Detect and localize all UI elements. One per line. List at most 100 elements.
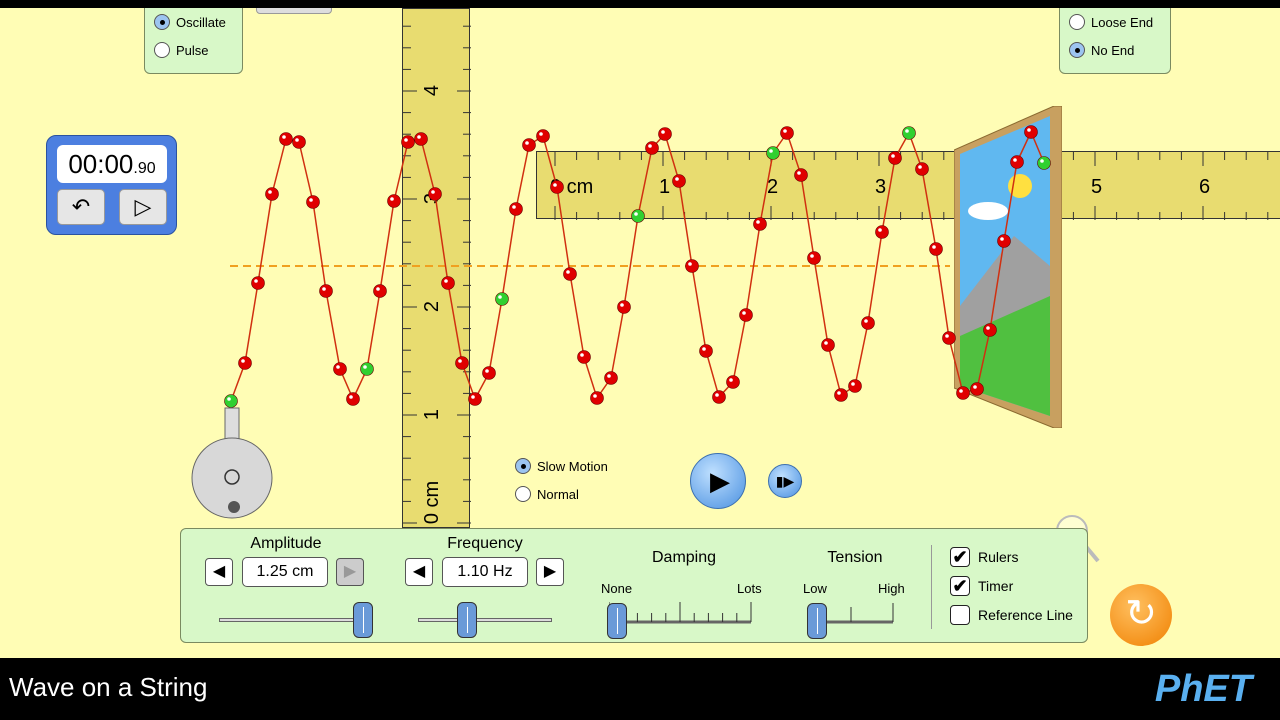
bead-highlight — [404, 138, 408, 142]
frequency-slider-track[interactable] — [418, 618, 552, 622]
bead-highlight — [336, 365, 340, 369]
amplitude-label: Amplitude — [250, 535, 322, 552]
amplitude-slider-track[interactable] — [219, 618, 359, 622]
string-bead — [1010, 155, 1024, 169]
radio-indicator — [515, 458, 531, 474]
string-bead — [401, 135, 415, 149]
string-bead — [319, 284, 333, 298]
string-bead — [468, 392, 482, 406]
bead-highlight — [742, 311, 746, 315]
oscillator-knob — [228, 501, 240, 513]
checkbox-label: Reference Line — [978, 607, 1073, 623]
check-icon: ✔ — [950, 576, 970, 596]
bead-highlight — [810, 254, 814, 258]
string-bead — [590, 391, 604, 405]
string-bead — [956, 386, 970, 400]
amplitude-slider-thumb[interactable] — [353, 602, 373, 638]
bead-highlight — [417, 135, 421, 139]
string-bead — [929, 242, 943, 256]
damping-slider-thumb[interactable] — [607, 603, 627, 639]
footer-bar: Wave on a String PhET — [0, 658, 1280, 720]
bead-highlight — [837, 391, 841, 395]
bead-highlight — [431, 190, 435, 194]
radio-slow-motion[interactable]: Slow Motion — [515, 458, 608, 474]
tension-label: Tension — [827, 549, 883, 566]
bead-highlight — [661, 130, 665, 134]
bead-highlight — [227, 397, 231, 401]
tension-slider-thumb[interactable] — [807, 603, 827, 639]
bead-highlight — [241, 359, 245, 363]
bead-highlight — [1013, 158, 1017, 162]
damping-slider-track[interactable] — [609, 599, 759, 629]
step-button[interactable]: ▮▶ — [768, 464, 802, 498]
amplitude-increase-button[interactable]: ▶ — [336, 558, 364, 586]
string-bead — [780, 126, 794, 140]
bead-highlight — [634, 212, 638, 216]
bead-highlight — [376, 287, 380, 291]
string-bead — [387, 194, 401, 208]
bead-highlight — [878, 228, 882, 232]
string-bead — [279, 132, 293, 146]
string-bead — [942, 331, 956, 345]
checkbox-timer[interactable]: ✔ Timer — [950, 576, 1013, 596]
string-bead — [766, 146, 780, 160]
string-bead — [1024, 125, 1038, 139]
amplitude-value: 1.25 cm — [242, 557, 328, 587]
string-bead — [699, 344, 713, 358]
string-bead — [902, 126, 916, 140]
bead-highlight — [783, 129, 787, 133]
string-bead — [753, 217, 767, 231]
string-bead — [834, 388, 848, 402]
string-bead — [522, 138, 536, 152]
bead-highlight — [539, 132, 543, 136]
bead-highlight — [268, 190, 272, 194]
string-bead — [455, 356, 469, 370]
string-bead — [563, 267, 577, 281]
bead-highlight — [648, 144, 652, 148]
bead-highlight — [295, 138, 299, 142]
bead-highlight — [891, 154, 895, 158]
bead-highlight — [512, 205, 516, 209]
phet-logo[interactable]: PhET — [1155, 668, 1252, 711]
bead-highlight — [363, 365, 367, 369]
checkbox-rulers[interactable]: ✔ Rulers — [950, 547, 1018, 567]
bead-highlight — [254, 279, 258, 283]
string-bead — [739, 308, 753, 322]
bead-highlight — [675, 177, 679, 181]
sim-stage: Oscillate Pulse Loose End No End 00:00.9… — [0, 8, 1280, 658]
play-button[interactable]: ▶ — [690, 453, 746, 509]
string-bead — [238, 356, 252, 370]
string-bead — [536, 129, 550, 143]
bead-highlight — [282, 135, 286, 139]
reset-all-button[interactable]: ↻ — [1110, 584, 1172, 646]
string-bead — [672, 174, 686, 188]
checkbox-reference-line[interactable]: Reference Line — [950, 605, 1073, 625]
bead-highlight — [349, 395, 353, 399]
bead-highlight — [1027, 128, 1031, 132]
oscillator-rod — [224, 407, 240, 441]
bead-highlight — [607, 374, 611, 378]
frequency-slider-thumb[interactable] — [457, 602, 477, 638]
string-bead — [807, 251, 821, 265]
tension-max-label: High — [878, 581, 905, 596]
string-bead — [970, 382, 984, 396]
bead-highlight — [986, 326, 990, 330]
bead-highlight — [945, 334, 949, 338]
bead-highlight — [525, 141, 529, 145]
bead-highlight — [797, 171, 801, 175]
radio-normal[interactable]: Normal — [515, 486, 579, 502]
string-bead — [251, 276, 265, 290]
string-bead — [373, 284, 387, 298]
frequency-decrease-button[interactable]: ◀ — [405, 558, 433, 586]
string-bead — [550, 180, 564, 194]
string-bead — [631, 209, 645, 223]
string-bead — [875, 225, 889, 239]
tension-min-label: Low — [803, 581, 827, 596]
amplitude-decrease-button[interactable]: ◀ — [205, 558, 233, 586]
checkbox-label: Timer — [978, 578, 1014, 594]
radio-label: Normal — [537, 486, 579, 502]
bead-highlight — [932, 245, 936, 249]
frequency-increase-button[interactable]: ▶ — [536, 558, 564, 586]
string-bead — [482, 366, 496, 380]
string-bead — [306, 195, 320, 209]
